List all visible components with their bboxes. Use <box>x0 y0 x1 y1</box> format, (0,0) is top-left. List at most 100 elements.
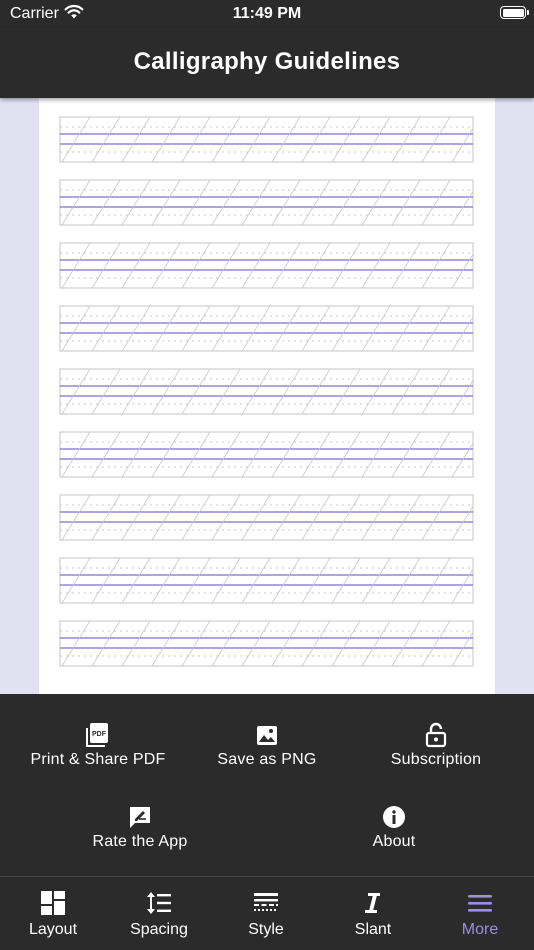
slant-line <box>451 191 474 226</box>
slant-line <box>271 368 301 415</box>
tab-style[interactable]: Style <box>213 889 319 939</box>
slant-line <box>61 305 91 352</box>
status-bar: Carrier 11:49 PM <box>0 0 534 28</box>
slant-line <box>241 242 271 289</box>
slant-line <box>151 116 181 163</box>
save-as-png-label: Save as PNG <box>217 751 317 768</box>
slant-line <box>151 368 181 415</box>
slant-line <box>181 116 211 163</box>
slant-line <box>121 116 151 163</box>
slant-line <box>331 431 361 478</box>
slant-line <box>451 569 474 604</box>
slant-line <box>211 431 241 478</box>
slant-line <box>91 368 121 415</box>
slant-line <box>391 116 421 163</box>
slant-line <box>421 368 451 415</box>
slant-line <box>61 368 91 415</box>
tab-slant-label: Slant <box>354 921 392 938</box>
slant-line <box>271 620 301 667</box>
slant-line <box>241 116 271 163</box>
slant-line <box>451 443 474 478</box>
slant-line <box>61 620 91 667</box>
pdf-icon: PDF <box>28 722 168 748</box>
print-share-pdf-button[interactable]: PDF Print & Share PDF <box>28 722 168 769</box>
tab-style-label: Style <box>248 921 284 938</box>
guide-row <box>59 305 474 352</box>
slant-line <box>391 242 421 289</box>
slant-line <box>361 116 391 163</box>
subscription-button[interactable]: Subscription <box>372 722 500 769</box>
subscription-label: Subscription <box>390 751 482 768</box>
slant-line <box>361 620 391 667</box>
slant-line <box>241 557 271 604</box>
slant-line <box>271 494 301 541</box>
more-panel: PDF Print & Share PDF Save as PNG Subscr… <box>0 694 534 876</box>
about-button[interactable]: About <box>344 804 444 851</box>
slant-line <box>331 116 361 163</box>
slant-line <box>301 116 331 163</box>
slant-line <box>361 305 391 352</box>
guide-row-frame <box>59 179 474 226</box>
tab-slant[interactable]: Slant <box>320 889 426 939</box>
guide-row-frame <box>59 242 474 289</box>
save-as-png-button[interactable]: Save as PNG <box>200 722 334 769</box>
slant-line <box>271 305 301 352</box>
slant-line <box>181 431 211 478</box>
guide-row-frame <box>59 557 474 604</box>
guide-row-frame <box>59 305 474 352</box>
rate-the-app-label: Rate the App <box>92 833 188 850</box>
slant-line <box>301 242 331 289</box>
sheet-canvas[interactable] <box>0 98 534 694</box>
guide-row <box>59 179 474 226</box>
slant-line <box>121 431 151 478</box>
slant-line <box>361 368 391 415</box>
tab-layout[interactable]: Layout <box>0 889 106 939</box>
rate-icon <box>70 804 210 830</box>
slant-line <box>391 620 421 667</box>
slant-line <box>331 368 361 415</box>
info-icon <box>344 804 444 830</box>
slant-line <box>241 620 271 667</box>
slant-line <box>211 620 241 667</box>
slant-line <box>421 305 451 352</box>
tab-layout-label: Layout <box>28 921 78 938</box>
slant-line <box>301 179 331 226</box>
spacing-icon <box>106 889 212 917</box>
slant-line <box>301 494 331 541</box>
slant-line <box>451 506 474 541</box>
guide-row-frame <box>59 431 474 478</box>
slant-line <box>91 116 121 163</box>
slant-line <box>121 242 151 289</box>
menu-icon <box>427 889 533 917</box>
guide-row <box>59 242 474 289</box>
tab-more-label: More <box>461 921 499 938</box>
slant-line <box>271 431 301 478</box>
tab-more[interactable]: More <box>427 889 533 939</box>
image-icon <box>200 722 334 748</box>
slant-icon <box>320 889 426 917</box>
slant-line <box>61 494 91 541</box>
svg-text:PDF: PDF <box>92 731 107 738</box>
slant-line <box>331 305 361 352</box>
slant-line <box>331 242 361 289</box>
rate-the-app-button[interactable]: Rate the App <box>70 804 210 851</box>
slant-line <box>211 557 241 604</box>
slant-line <box>211 116 241 163</box>
slant-line <box>211 179 241 226</box>
slant-line <box>421 179 451 226</box>
slant-line <box>151 620 181 667</box>
slant-line <box>181 242 211 289</box>
tab-spacing-label: Spacing <box>130 921 188 938</box>
tab-spacing[interactable]: Spacing <box>106 889 212 939</box>
slant-line <box>361 431 391 478</box>
slant-line <box>271 557 301 604</box>
slant-line <box>61 116 91 163</box>
slant-line <box>301 431 331 478</box>
guide-row-frame <box>59 620 474 667</box>
slant-line <box>391 494 421 541</box>
slant-line <box>331 557 361 604</box>
slant-line <box>91 242 121 289</box>
guideline-sheet[interactable] <box>39 98 495 694</box>
slant-line <box>241 494 271 541</box>
slant-line <box>121 179 151 226</box>
